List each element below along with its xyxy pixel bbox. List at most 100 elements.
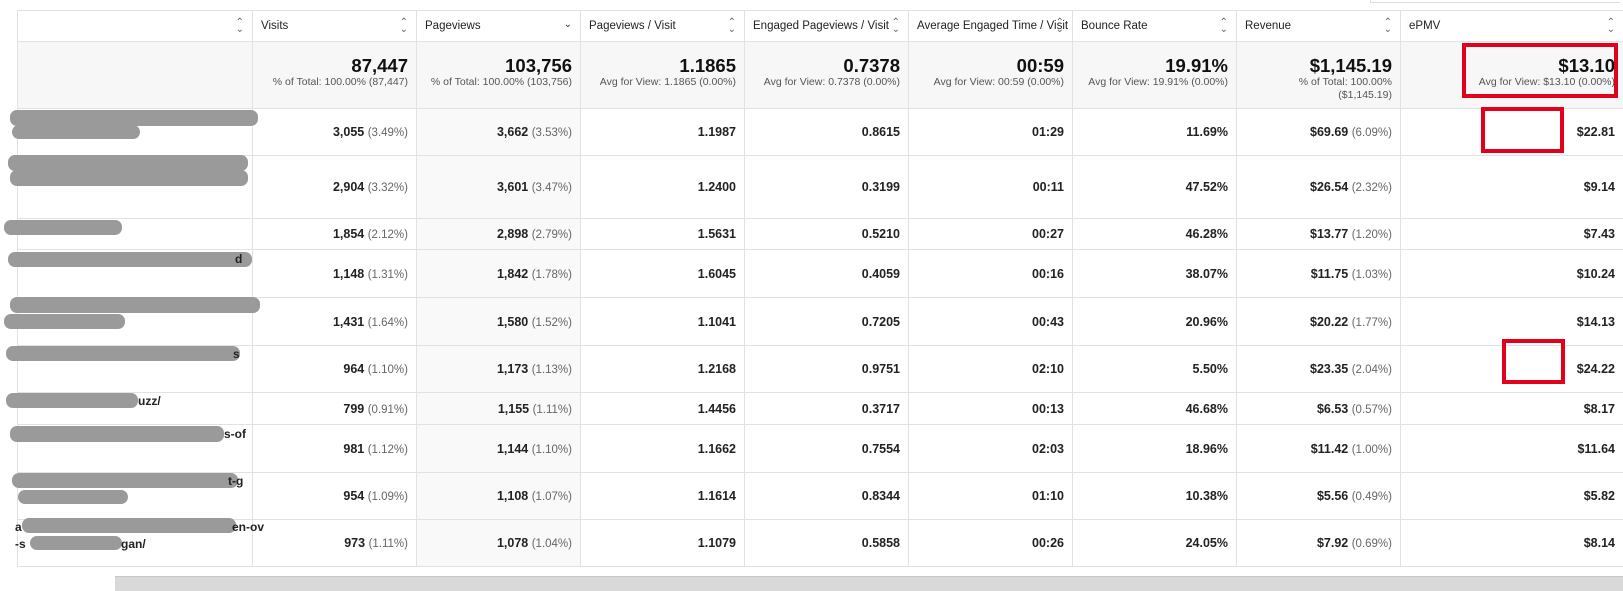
cell-percent: (1.03%) [1351, 268, 1392, 281]
sort-icon[interactable]: ⌃ ⌄ [236, 18, 244, 35]
cell-value: 1,580 [496, 314, 529, 329]
totals-pageviews: 103,756% of Total: 100.00% (103,756) [416, 41, 581, 109]
cell-percent: (3.32%) [367, 182, 408, 194]
table-row[interactable]: 964 (1.10%) 1,173 (1.13%) 1.2168 0.9751 02:1… [17, 345, 1623, 393]
cell-percent: (1.52%) [531, 316, 572, 329]
sort-descending-icon[interactable]: ⌄ [564, 20, 572, 30]
page-path-fragment: -s [15, 537, 26, 551]
pv-visit-cell: 1.4456 [580, 392, 745, 425]
column-header-revenue[interactable]: Revenue ⌃ ⌄ [1236, 10, 1401, 42]
redaction-scribble [6, 346, 240, 361]
visits-cell: 1,148 (1.31%) [252, 249, 417, 298]
totals-pv-visit: 1.1865 Avg for View: 1.1865 (0.00%) [580, 41, 745, 109]
cell-value: 3,055 [332, 125, 365, 139]
cell-percent: (6.09%) [1351, 127, 1392, 139]
sort-icon[interactable]: ⌃ ⌄ [892, 18, 900, 35]
table-row[interactable]: 2,904 (3.32%) 3,601 (3.47%) 1.2400 0.3199 00… [17, 155, 1623, 219]
redaction-scribble [12, 473, 238, 488]
redaction-scribble [10, 110, 258, 126]
highlight-box [1481, 107, 1564, 153]
bounce-cell: 24.05% [1072, 519, 1237, 567]
table-row[interactable]: 3,055 (3.49%) 3,662 (3.53%) 1.1987 0.8615 01… [17, 108, 1623, 156]
cell-value: 1,854 [332, 227, 365, 241]
cell-value: 954 [343, 489, 365, 503]
cell-percent: (1.78%) [531, 268, 572, 281]
page-path-fragment: t-g [228, 474, 244, 488]
bounce-cell: 47.52% [1072, 155, 1237, 219]
revenue-cell: $5.56 (0.49%) [1236, 472, 1401, 520]
pv-visit-cell: 1.1662 [580, 424, 745, 473]
sort-icon[interactable]: ⌃ ⌄ [400, 18, 408, 35]
cell-percent: (2.79%) [531, 229, 572, 241]
visits-cell: 3,055 (3.49%) [252, 108, 417, 156]
cell-value: $14.13 [1576, 314, 1615, 329]
revenue-cell: $26.54 (2.32%) [1236, 155, 1401, 219]
sort-icon[interactable]: ⌃ ⌄ [728, 18, 736, 35]
page-path-fragment: s [233, 347, 240, 361]
sort-icon[interactable]: ⌃ ⌄ [1607, 18, 1615, 35]
engaged-pv-cell: 0.7205 [744, 297, 909, 346]
revenue-cell: $6.53 (0.57%) [1236, 392, 1401, 425]
column-header-page[interactable]: ⌃ ⌄ [17, 10, 253, 42]
cell-value: $7.92 [1316, 536, 1349, 550]
cell-value: $8.14 [1583, 536, 1615, 550]
sort-icon[interactable]: ⌃ ⌄ [1220, 18, 1228, 35]
cell-value: 00:11 [1032, 180, 1064, 194]
table-row[interactable]: 954 (1.09%) 1,108 (1.07%) 1.1614 0.8344 01:1… [17, 472, 1623, 520]
cell-value: 0.7205 [861, 314, 900, 329]
column-header-epmv[interactable]: ePMV ⌃ ⌄ [1400, 10, 1623, 42]
cell-value: 02:10 [1032, 362, 1064, 376]
totals-engaged-time: 00:59 Avg for View: 00:59 (0.00%) [908, 41, 1073, 109]
cell-percent: (2.04%) [1351, 364, 1392, 376]
engaged-pv-cell: 0.9751 [744, 345, 909, 393]
cell-percent: (2.12%) [367, 229, 408, 241]
table-row[interactable]: 1,854 (2.12%) 2,898 (2.79%) 1.5631 0.5210 00… [17, 218, 1623, 250]
column-header-pageviews-per-visit[interactable]: Pageviews / Visit ⌃ ⌄ [580, 10, 745, 42]
cell-value: 1.1987 [697, 125, 736, 139]
cell-value: 00:27 [1032, 227, 1064, 241]
sort-icon[interactable]: ⌃ ⌄ [1056, 18, 1064, 35]
horizontal-scrollbar[interactable] [115, 576, 1623, 591]
cell-value: 2,898 [496, 227, 529, 241]
sort-icon[interactable]: ⌃ ⌄ [1384, 18, 1392, 35]
cell-value: 1,108 [496, 489, 529, 503]
cell-value: $13.77 [1310, 227, 1349, 241]
column-header-bounce-rate[interactable]: Bounce Rate ⌃ ⌄ [1072, 10, 1237, 42]
redaction-scribble [4, 220, 122, 235]
report-table: ⌃ ⌄ Visits ⌃ ⌄ Pageviews ⌄ Pageviews / Visit… [17, 10, 1623, 567]
table-row[interactable]: 981 (1.12%) 1,144 (1.10%) 1.1662 0.7554 02:0… [17, 424, 1623, 473]
engaged-time-cell: 00:43 [908, 297, 1073, 346]
cell-percent: (3.53%) [531, 127, 572, 139]
pageviews-cell: 1,078 (1.04%) [416, 519, 581, 567]
toolbar-control-fragment[interactable] [1370, 0, 1620, 3]
cell-value: 1.2400 [697, 180, 736, 194]
revenue-cell: $11.75 (1.03%) [1236, 249, 1401, 298]
column-header-visits[interactable]: Visits ⌃ ⌄ [252, 10, 417, 42]
cell-value: $5.56 [1316, 489, 1349, 503]
column-header-pageviews[interactable]: Pageviews ⌄ [416, 10, 581, 42]
engaged-pv-cell: 0.4059 [744, 249, 909, 298]
table-row[interactable]: 1,148 (1.31%) 1,842 (1.78%) 1.6045 0.4059 00… [17, 249, 1623, 298]
column-header-engaged-time[interactable]: Average Engaged Time / Visit ⌃ ⌄ [908, 10, 1073, 42]
revenue-cell: $13.77 (1.20%) [1236, 218, 1401, 250]
page-path-fragment: en-ov [232, 520, 265, 534]
epmv-cell: $5.82 [1400, 472, 1623, 520]
highlight-box [1502, 339, 1565, 384]
epmv-cell: $9.14 [1400, 155, 1623, 219]
cell-percent: (1.11%) [532, 403, 572, 416]
cell-value: 799 [343, 401, 365, 416]
pv-visit-cell: 1.2168 [580, 345, 745, 393]
pv-visit-cell: 1.6045 [580, 249, 745, 298]
column-header-engaged-pageviews[interactable]: Engaged Pageviews / Visit ⌃ ⌄ [744, 10, 909, 42]
pageviews-cell: 3,601 (3.47%) [416, 155, 581, 219]
cell-value: 1,148 [332, 266, 365, 281]
table-row[interactable]: 799 (0.91%) 1,155 (1.11%) 1.4456 0.3717 00:1… [17, 392, 1623, 425]
page-path-fragment: uzz/ [138, 394, 161, 408]
bounce-cell: 11.69% [1072, 108, 1237, 156]
pv-visit-cell: 1.2400 [580, 155, 745, 219]
visits-cell: 799 (0.91%) [252, 392, 417, 425]
cell-value: 1,431 [332, 314, 365, 329]
cell-value: 1.1079 [697, 536, 736, 550]
cell-value: 0.3717 [861, 401, 900, 416]
cell-value: 0.3199 [861, 180, 900, 194]
